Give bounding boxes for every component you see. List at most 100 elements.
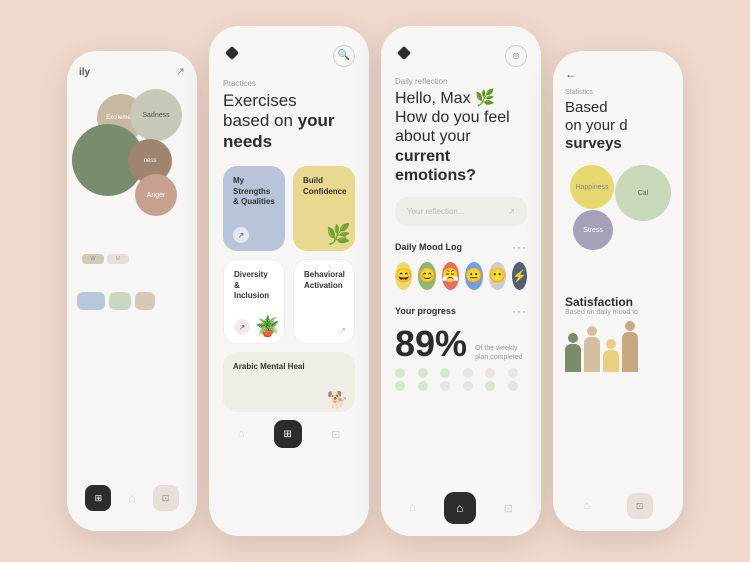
target-button[interactable]: ◎	[505, 45, 527, 67]
blue-pill	[77, 292, 105, 310]
satisfaction-section: Satisfaction Based on daily mood lo	[565, 295, 671, 372]
nav3-icon2[interactable]: ⊡	[504, 502, 513, 515]
nav4-icon2[interactable]: ⊡	[627, 493, 653, 519]
mood-log-label: Daily Mood Log	[395, 242, 462, 252]
happiness-label: Happiness	[575, 184, 608, 191]
progress-desc: Of the weekly plan completed	[475, 344, 527, 362]
w-pill: W	[82, 254, 104, 264]
person3-head	[606, 339, 616, 349]
progress-value: 89%	[395, 326, 467, 362]
mood-expressionless[interactable]: 😶	[489, 262, 506, 290]
person1-head	[568, 333, 578, 343]
person2-body	[584, 337, 600, 372]
anger-bubble: Anger	[135, 174, 177, 216]
card-behavioral-arrow[interactable]: ↗	[339, 326, 346, 335]
card-arabic[interactable]: Arabic Mental Heal 🐕 ↗	[223, 352, 355, 412]
person-4	[622, 321, 638, 372]
prog-dot-9	[440, 381, 450, 391]
prog-dot-1	[395, 368, 405, 378]
prog-dot-4	[463, 368, 473, 378]
prog-dot-3	[440, 368, 450, 378]
stats-bubbles: Happiness Cal Stress	[565, 165, 671, 285]
progress-section-header: Your progress ···	[395, 304, 527, 318]
mood-emojis-row: 😄 😊 😤 😐 😶 ⚡	[395, 262, 527, 290]
person3-body	[603, 350, 619, 372]
nav-home-icon[interactable]: ⌂	[128, 491, 135, 505]
bubbles-area: Excitement Sadness ness Anger W M	[77, 84, 187, 284]
plant-illustration: 🌿	[326, 222, 351, 247]
phones-container: ily ↗ Excitement Sadness ness Anger W M	[0, 0, 750, 562]
phone1-bottom-nav: ⊞ ⌂ ⊡	[77, 485, 187, 511]
nav-grid-icon[interactable]: ⊞	[85, 485, 111, 511]
mood-angry[interactable]: 😤	[442, 262, 459, 290]
people-illustration	[565, 322, 671, 372]
search-button[interactable]: 🔍	[333, 45, 355, 67]
phone3-bottom-nav: ⌂ ⌂ ⊡	[395, 492, 527, 524]
mood-neutral[interactable]: 😐	[465, 262, 482, 290]
phone-2: 🔍 Practices Exercisesbased on yourneeds …	[209, 26, 369, 536]
person-2	[584, 326, 600, 372]
nav-grid2-icon[interactable]: ⊡	[153, 485, 179, 511]
phone4-bottom-nav: ⌂ ⊡	[565, 493, 671, 519]
card-arabic-title: Arabic Mental Heal	[233, 362, 345, 372]
back-button[interactable]: ←	[565, 67, 671, 81]
tan-pill	[135, 292, 155, 310]
card-diversity-title: Diversity & Inclusion	[234, 270, 274, 301]
satisfaction-sub: Based on daily mood lo	[565, 309, 671, 316]
phone-1: ily ↗ Excitement Sadness ness Anger W M	[67, 51, 197, 531]
satisfaction-title: Satisfaction	[565, 295, 671, 309]
nav3-home-active[interactable]: ⌂	[444, 492, 476, 524]
prog-dot-12	[508, 381, 518, 391]
card-diversity[interactable]: Diversity & Inclusion 🪴 ↗	[223, 259, 285, 344]
nav3-icon1[interactable]: ⌂	[409, 502, 416, 514]
calm-label: Cal	[638, 190, 649, 197]
mood-smile[interactable]: 😊	[418, 262, 435, 290]
mood-happy[interactable]: 😄	[395, 262, 412, 290]
progress-menu[interactable]: ···	[512, 304, 527, 318]
nav2-grid[interactable]: ⊞	[274, 420, 302, 448]
phone2-bottom-nav: ⌂ ⊞ ⊡	[223, 420, 355, 448]
cards-grid: My Strengths & Qualities ↗ Build Confide…	[223, 166, 355, 344]
nav2-home[interactable]: ⌂	[238, 428, 245, 440]
progress-dots	[395, 368, 527, 391]
card-confidence[interactable]: Build Confidence 🌿 ↗	[293, 166, 355, 251]
phone2-header: 🔍	[223, 44, 355, 67]
happiness-bubble: Happiness	[570, 165, 614, 209]
reflection-input[interactable]: Your reflection... ↗	[395, 197, 527, 226]
nav4-icon1[interactable]: ⌂	[583, 500, 590, 512]
prog-dot-5	[485, 368, 495, 378]
card-strengths-title: My Strengths & Qualities	[233, 176, 275, 207]
nav2-dots[interactable]: ⊡	[331, 428, 340, 441]
phone2-title: Exercisesbased on yourneeds	[223, 91, 355, 152]
card-confidence-arrow[interactable]: ↗	[340, 234, 347, 243]
calm-bubble: Cal	[615, 165, 671, 221]
send-icon[interactable]: ↗	[508, 207, 515, 216]
card-diversity-arrow[interactable]: ↗	[234, 319, 250, 335]
person-3	[603, 339, 619, 372]
stress-bubble-stat: Stress	[573, 210, 613, 250]
prog-dot-6	[508, 368, 518, 378]
card-arabic-arrow[interactable]: ↗	[340, 395, 347, 404]
phone4-title: Basedon your dsurveys	[565, 99, 671, 153]
progress-row: 89% Of the weekly plan completed	[395, 326, 527, 362]
card-strengths-arrow[interactable]: ↗	[233, 227, 249, 243]
phone2-label: Practices	[223, 79, 355, 88]
card-behavioral[interactable]: Behavioral Activation ↗	[293, 259, 355, 344]
phone3-header: ◎	[395, 44, 527, 67]
greeting-text: Hello, Max 🌿	[395, 90, 495, 107]
pot-illustration: 🪴	[255, 314, 280, 339]
trend-icon: ↗	[176, 65, 185, 78]
person2-head	[587, 326, 597, 336]
phone-3: ◎ Daily reflection Hello, Max 🌿 How do y…	[381, 26, 541, 536]
card-strengths[interactable]: My Strengths & Qualities ↗	[223, 166, 285, 251]
diamond-logo	[223, 44, 241, 67]
progress-section: Your progress ··· 89% Of the weekly plan…	[395, 304, 527, 391]
prog-dot-11	[485, 381, 495, 391]
mood-menu[interactable]: ···	[512, 240, 527, 254]
phone3-label: Daily reflection	[395, 77, 527, 86]
prog-dot-8	[418, 381, 428, 391]
mood-section-header: Daily Mood Log ···	[395, 240, 527, 254]
m-pill: M	[107, 254, 129, 264]
phone3-title: Hello, Max 🌿 How do you feelabout your c…	[395, 89, 527, 185]
mood-zap[interactable]: ⚡	[512, 262, 527, 290]
